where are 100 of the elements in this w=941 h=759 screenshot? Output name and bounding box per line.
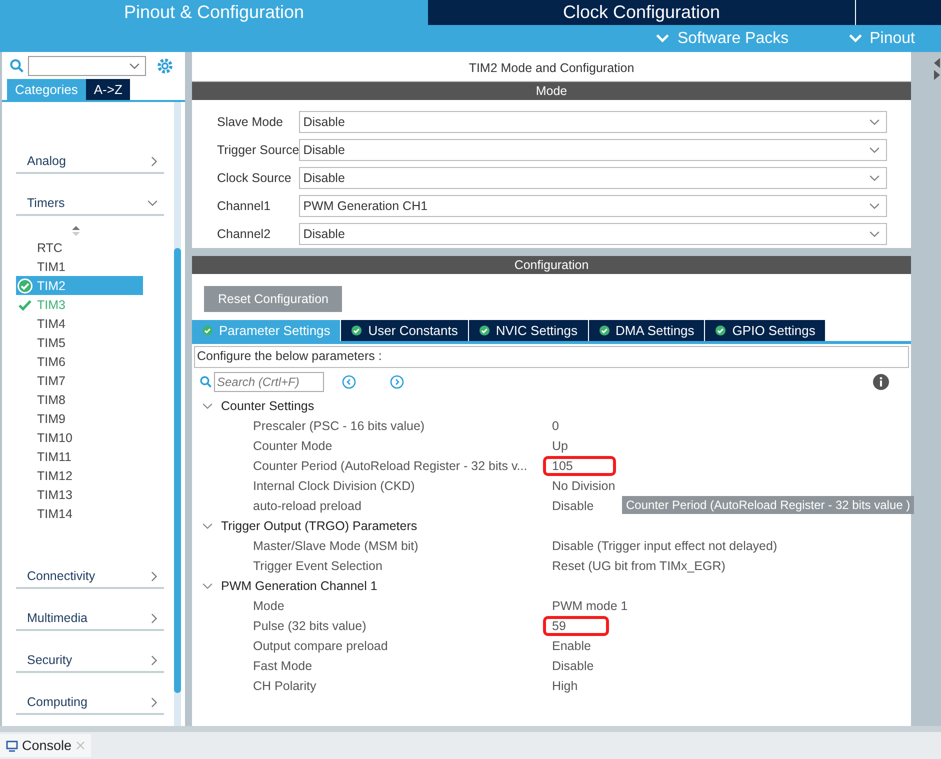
- search-icon: [200, 376, 212, 388]
- chevron-down-icon: [869, 174, 880, 182]
- parameter-name: Trigger Event Selection: [252, 559, 384, 573]
- category-item[interactable]: Timers: [16, 194, 164, 216]
- parameter-value[interactable]: 105: [543, 456, 616, 476]
- group-header[interactable]: PWM Generation Channel 1: [192, 576, 911, 596]
- chevron-down-icon: [869, 118, 880, 126]
- chevron-right-icon: [151, 570, 158, 582]
- console-tab[interactable]: Console: [0, 734, 91, 757]
- settings-tab[interactable]: NVIC Settings: [468, 320, 589, 341]
- chevron-right-icon: [151, 156, 158, 166]
- timer-item[interactable]: TIM10: [16, 428, 143, 447]
- section-header: Configuration: [192, 256, 911, 274]
- perspective-tab[interactable]: Clock Configuration: [428, 0, 856, 25]
- timer-item[interactable]: TIM13: [16, 485, 143, 504]
- chevron-down-icon: [129, 62, 140, 70]
- parameter-name: Counter Period (AutoReload Register - 32 bits v...: [252, 459, 528, 473]
- dropdown-field[interactable]: PWM Generation CH1: [299, 195, 888, 217]
- parameter-value[interactable]: Disable: [543, 656, 603, 676]
- monitor-icon: [6, 740, 18, 752]
- parameter-name: Prescaler (PSC - 16 bits value): [252, 419, 426, 433]
- parameter-name: auto-reload preload: [252, 499, 362, 513]
- chevron-down-icon: [869, 230, 880, 238]
- parameter-value[interactable]: High: [543, 676, 587, 696]
- info-icon[interactable]: [873, 374, 889, 390]
- parameter-value[interactable]: Disable (Trigger input effect not delayed): [543, 536, 786, 556]
- chevron-down-icon: [202, 522, 213, 530]
- previous-icon[interactable]: [342, 375, 356, 389]
- parameter-name: Output compare preload: [252, 639, 389, 653]
- parameter-name: Pulse (32 bits value): [252, 619, 368, 633]
- chevron-down-icon: [147, 200, 158, 206]
- search-icon[interactable]: [10, 59, 24, 73]
- category-item[interactable]: Connectivity: [16, 567, 164, 589]
- chevron-right-icon: [151, 696, 158, 708]
- field-label: Channel1: [217, 199, 271, 213]
- timer-item[interactable]: TIM1: [16, 257, 143, 276]
- check-circle-icon: [351, 325, 362, 336]
- scrollbar[interactable]: [174, 102, 181, 726]
- timer-item[interactable]: TIM11: [16, 447, 143, 466]
- settings-icon[interactable]: [156, 57, 174, 75]
- check-circle-icon: [598, 325, 610, 336]
- chevron-down-icon: [202, 582, 213, 590]
- field-label: Slave Mode: [217, 115, 284, 129]
- chevron-down-icon: [869, 146, 880, 154]
- parameter-value[interactable]: No Division: [543, 476, 624, 496]
- parameter-name: Mode: [252, 599, 286, 613]
- next-icon[interactable]: [390, 375, 404, 389]
- timer-item[interactable]: TIM14: [16, 504, 143, 523]
- section-header: Mode: [192, 82, 911, 100]
- dropdown-field[interactable]: Disable: [299, 111, 888, 133]
- view-tab[interactable]: A->Z: [86, 79, 130, 100]
- check-circle-icon: [478, 325, 490, 336]
- search-field[interactable]: Search (Crtl+F): [214, 372, 324, 392]
- settings-tab[interactable]: User Constants: [341, 320, 469, 341]
- collapse-arrows-icon[interactable]: [933, 56, 941, 82]
- category-item[interactable]: Computing: [16, 693, 164, 715]
- parameter-value[interactable]: Disable: [543, 496, 603, 516]
- settings-tab[interactable]: DMA Settings: [588, 320, 706, 341]
- tooltip: Counter Period (AutoReload Register - 32 bits value ): [622, 496, 914, 514]
- chevron-down-icon: [848, 34, 862, 43]
- parameter-name: Internal Clock Division (CKD): [252, 479, 416, 493]
- category-item[interactable]: Analog: [16, 152, 164, 174]
- check-circle-icon: [715, 325, 726, 336]
- check-circle-icon: [17, 278, 33, 294]
- dropdown-field[interactable]: Disable: [299, 139, 888, 161]
- settings-tab[interactable]: GPIO Settings: [705, 320, 826, 341]
- parameter-value[interactable]: Reset (UG bit from TIMx_EGR): [543, 556, 734, 576]
- timer-item[interactable]: TIM4: [16, 314, 143, 333]
- dropdown-field[interactable]: Disable: [299, 167, 888, 189]
- group-header[interactable]: Trigger Output (TRGO) Parameters: [192, 516, 911, 536]
- timer-item[interactable]: TIM9: [16, 409, 143, 428]
- close-icon[interactable]: [76, 741, 85, 750]
- dropdown-field[interactable]: Disable: [299, 223, 888, 245]
- parameter-value[interactable]: 0: [543, 416, 568, 436]
- timer-item[interactable]: TIM5: [16, 333, 143, 352]
- chevron-right-icon: [151, 654, 158, 666]
- timer-item[interactable]: TIM8: [16, 390, 143, 409]
- group-header[interactable]: Counter Settings: [192, 396, 911, 416]
- check-circle-icon: [202, 325, 213, 336]
- instruction-text: Configure the below parameters :: [194, 346, 909, 368]
- parameter-value[interactable]: Enable: [543, 636, 600, 656]
- category-item[interactable]: Multimedia: [16, 609, 164, 631]
- sort-arrows-icon: [72, 226, 80, 236]
- parameter-value[interactable]: 59: [543, 616, 609, 636]
- parameter-value[interactable]: PWM mode 1: [543, 596, 637, 616]
- parameter-name: Counter Mode: [252, 439, 334, 453]
- parameter-name: Fast Mode: [252, 659, 314, 673]
- field-label: Trigger Source: [217, 143, 300, 157]
- parameter-name: Master/Slave Mode (MSM bit): [252, 539, 420, 553]
- timer-item[interactable]: TIM6: [16, 352, 143, 371]
- chevron-right-icon: [151, 612, 158, 624]
- search-combo-field[interactable]: [28, 56, 146, 76]
- field-label: Channel2: [217, 227, 271, 241]
- chevron-down-icon: [656, 34, 670, 43]
- category-item[interactable]: Security: [16, 651, 164, 673]
- timer-item[interactable]: TIM12: [16, 466, 143, 485]
- chevron-down-icon: [869, 202, 880, 210]
- timer-item[interactable]: RTC: [16, 238, 143, 257]
- parameter-value[interactable]: Up: [543, 436, 577, 456]
- timer-item[interactable]: TIM7: [16, 371, 143, 390]
